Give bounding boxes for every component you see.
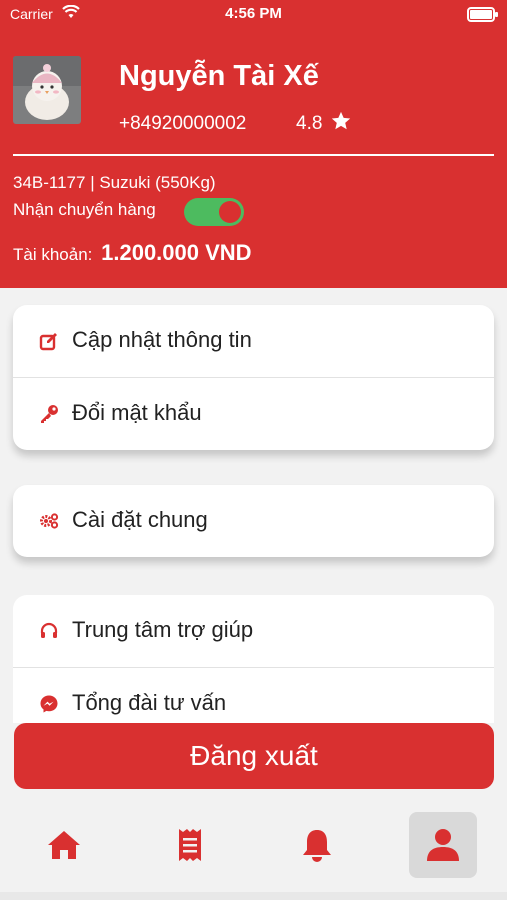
profile-header: Nguyễn Tài Xế +84920000002 4.8 34B-1177 …: [0, 28, 507, 288]
vehicle-info: 34B-1177 | Suzuki (550Kg): [13, 173, 216, 192]
menu-item-help-center[interactable]: Trung tâm trợ giúp: [13, 595, 494, 667]
headset-icon: [40, 622, 58, 638]
accept-orders-toggle[interactable]: [184, 198, 244, 226]
tab-bar: [0, 800, 507, 892]
driver-name: Nguyễn Tài Xế: [119, 60, 319, 92]
star-icon: [331, 111, 351, 130]
toggle-knob: [219, 201, 241, 223]
settings-icon: [40, 513, 59, 529]
tab-home[interactable]: [30, 812, 98, 878]
tab-notifications[interactable]: [283, 812, 351, 878]
header-divider: [13, 154, 494, 156]
avatar[interactable]: [13, 56, 81, 124]
account-balance: Tài khoản: 1.200.000 VND: [13, 240, 252, 266]
bell-icon: [303, 830, 331, 862]
edit-icon: [39, 333, 57, 351]
key-icon: [41, 405, 58, 423]
tab-profile[interactable]: [409, 812, 477, 878]
menu-card-account: Cập nhật thông tin Đổi mật khẩu: [13, 305, 494, 450]
menu-label: Cập nhật thông tin: [72, 327, 252, 352]
menu-card-settings: Cài đặt chung: [13, 485, 494, 557]
logout-button[interactable]: Đăng xuất: [14, 723, 494, 789]
battery-icon: [467, 7, 498, 22]
status-time: 4:56 PM: [225, 5, 282, 22]
phone-number: +84920000002: [119, 113, 247, 134]
user-icon: [427, 829, 459, 861]
menu-label: Tổng đài tư vấn: [72, 690, 227, 715]
receipt-icon: [179, 829, 201, 861]
tab-orders[interactable]: [156, 812, 224, 878]
home-indicator: [0, 892, 507, 900]
menu-item-general-settings[interactable]: Cài đặt chung: [13, 485, 494, 557]
account-amount: 1.200.000 VND: [101, 240, 252, 265]
menu-card-support: Trung tâm trợ giúp Tổng đài tư vấn: [13, 595, 494, 723]
accept-orders-label: Nhận chuyển hàng: [13, 200, 156, 219]
rating-value: 4.8: [296, 113, 323, 134]
menu-label: Trung tâm trợ giúp: [72, 617, 254, 642]
menu-item-change-password[interactable]: Đổi mật khẩu: [13, 377, 494, 450]
menu-label: Đổi mật khẩu: [72, 400, 202, 425]
messenger-icon: [40, 695, 58, 713]
menu-item-hotline[interactable]: Tổng đài tư vấn: [13, 667, 494, 723]
menu-label: Cài đặt chung: [72, 507, 208, 532]
home-icon: [48, 831, 80, 859]
status-bar: Carrier 4:56 PM: [0, 0, 507, 28]
account-label: Tài khoản:: [13, 245, 93, 264]
menu-item-update-info[interactable]: Cập nhật thông tin: [13, 305, 494, 377]
